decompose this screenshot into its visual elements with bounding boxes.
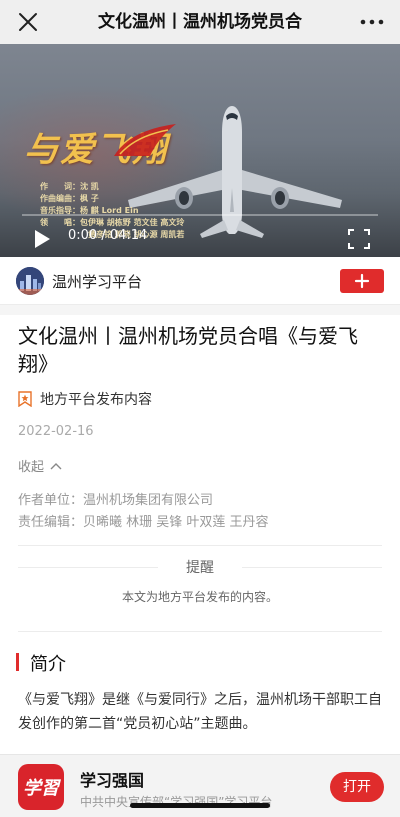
- collapse-label: 收起: [18, 460, 45, 475]
- collapse-toggle[interactable]: 收起: [18, 456, 62, 475]
- notice-body: 本文为地方平台发布的内容。: [121, 590, 278, 604]
- avatar-city-icon: [16, 267, 44, 295]
- open-app-button[interactable]: 打开: [330, 772, 384, 802]
- app-icon-text: 学習: [23, 778, 59, 799]
- account-name[interactable]: 温州学习平台: [52, 271, 142, 292]
- divider-line: [18, 631, 382, 632]
- source-row: 地方平台发布内容: [18, 389, 152, 409]
- app-icon[interactable]: 学習: [18, 764, 64, 810]
- more-dots-icon[interactable]: [358, 10, 386, 34]
- app-name: 学习强国: [80, 771, 145, 790]
- source-label: 地方平台发布内容: [40, 392, 152, 408]
- avatar[interactable]: [16, 267, 44, 295]
- responsible-editor: 责任编辑：贝晞曦 林珊 吴锋 叶双莲 王丹容: [18, 511, 269, 530]
- publish-date: 2022-02-16: [18, 424, 94, 439]
- section-title: 简介: [30, 654, 66, 675]
- intro-text: 《与爱飞翔》是继《与爱同行》之后，温州机场干部职工自发创作的第二首“党员初心站”…: [18, 692, 382, 732]
- video-player[interactable]: 与爱飞翔 作 词：沈 凯 作曲编曲：枫 子 音乐指导：杨 麒 Lord Ein …: [0, 44, 400, 257]
- red-flag-icon: [114, 124, 176, 156]
- divider-line: [18, 545, 382, 546]
- play-icon[interactable]: [33, 229, 51, 249]
- time-separator: /: [97, 228, 110, 243]
- page-title: 文化温州丨温州机场党员合: [98, 12, 302, 32]
- follow-button[interactable]: [340, 269, 384, 293]
- author-unit: 作者单位：温州机场集团有限公司: [18, 489, 213, 508]
- duration: 04:14: [109, 228, 148, 243]
- close-icon[interactable]: [16, 10, 40, 34]
- section-accent-bar: [16, 653, 19, 671]
- author-label: 作者单位：: [18, 493, 84, 508]
- credit-row: 作 词：沈 凯: [40, 182, 99, 191]
- video-time: 0:00 / 04:14: [68, 228, 147, 243]
- plus-icon: [354, 273, 370, 289]
- section-divider: [0, 305, 400, 315]
- editor-label: 责任编辑：: [18, 515, 84, 530]
- home-indicator: [130, 803, 270, 808]
- article-title: 文化温州丨温州机场党员合唱《与爱飞翔》: [18, 324, 358, 376]
- bookmark-star-icon: [18, 391, 32, 407]
- notice-rule-right: [242, 567, 382, 568]
- video-progress-bar[interactable]: [22, 214, 378, 216]
- account-bar: 温州学习平台: [0, 257, 400, 305]
- top-nav-bar: 文化温州丨温州机场党员合: [0, 0, 400, 44]
- editor-value: 贝晞曦 林珊 吴锋 叶双莲 王丹容: [83, 515, 269, 530]
- credit-row: 作曲编曲：枫 子: [40, 194, 99, 203]
- fullscreen-icon[interactable]: [348, 229, 370, 249]
- current-time: 0:00: [68, 228, 98, 243]
- chevron-up-icon: [50, 462, 62, 469]
- author-value: 温州机场集团有限公司: [83, 493, 214, 508]
